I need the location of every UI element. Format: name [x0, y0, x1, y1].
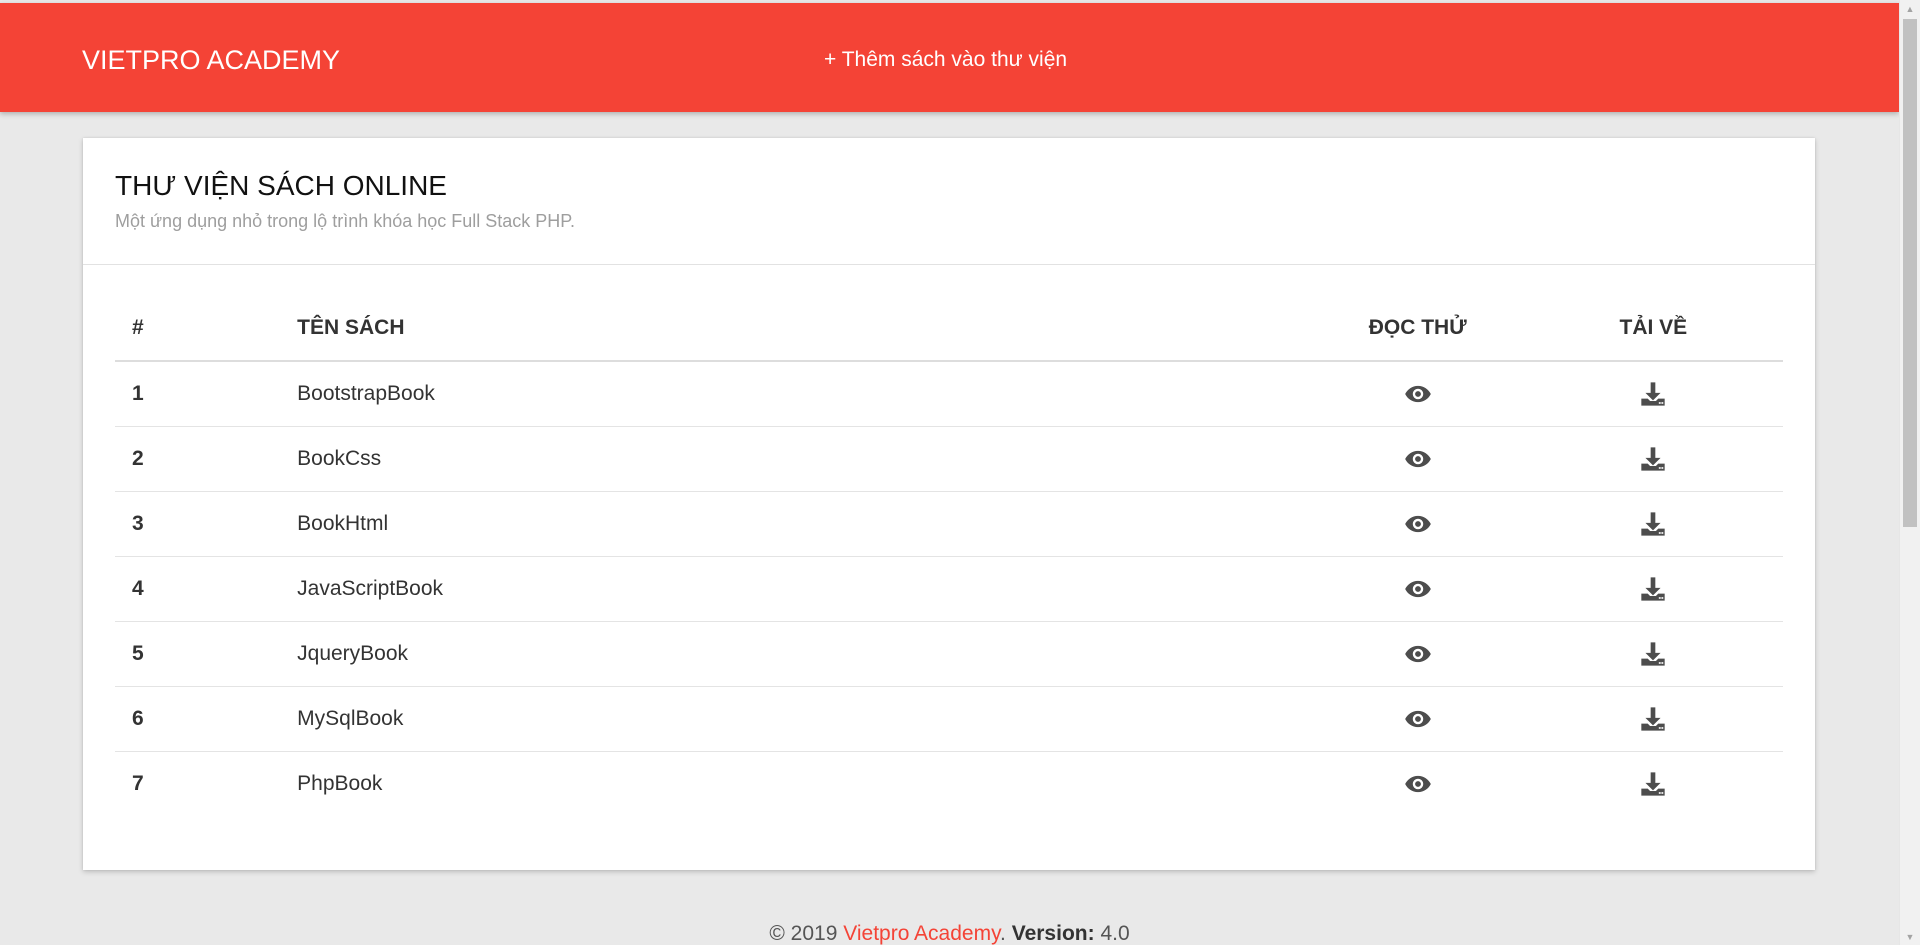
preview-cell	[1311, 750, 1524, 816]
download-cell	[1523, 425, 1783, 491]
column-header-title: TÊN SÁCH	[297, 295, 1312, 362]
card-header: THƯ VIỆN SÁCH ONLINE Một ứng dụng nhỏ tr…	[83, 138, 1815, 265]
footer-version-value: 4.0	[1100, 922, 1130, 945]
table-row: 3 BookHtml	[115, 490, 1783, 556]
scrollbar-thumb[interactable]	[1903, 19, 1917, 527]
row-number: 7	[115, 750, 298, 816]
brand-logo-link[interactable]: VIETPRO ACADEMY	[82, 43, 340, 77]
download-icon[interactable]	[1639, 640, 1667, 668]
book-title: MySqlBook	[297, 685, 1312, 751]
eye-icon[interactable]	[1404, 510, 1432, 538]
row-number: 2	[115, 425, 298, 491]
preview-cell	[1311, 490, 1524, 556]
table-header-row: # TÊN SÁCH ĐỌC THỬ TẢI VỀ	[115, 295, 1783, 362]
table-row: 7 PhpBook	[115, 750, 1783, 816]
preview-cell	[1311, 425, 1524, 491]
footer-version-label: Version:	[1011, 922, 1095, 945]
row-number: 4	[115, 555, 298, 621]
preview-cell	[1312, 361, 1524, 426]
scroll-up-arrow-icon[interactable]: ▲	[1900, 0, 1920, 17]
row-number: 1	[132, 381, 144, 405]
scroll-down-arrow-icon[interactable]: ▼	[1900, 928, 1920, 945]
book-title: JqueryBook	[297, 620, 1312, 686]
download-cell	[1524, 361, 1783, 426]
books-table: # TÊN SÁCH ĐỌC THỬ TẢI VỀ 1 BootstrapBook…	[115, 295, 1783, 816]
column-header-preview: ĐỌC THỬ	[1311, 295, 1524, 362]
eye-icon[interactable]	[1404, 445, 1432, 473]
preview-cell	[1311, 685, 1524, 751]
download-cell	[1523, 555, 1783, 621]
preview-cell	[1311, 555, 1524, 621]
download-cell	[1523, 620, 1783, 686]
top-navbar: VIETPRO ACADEMY + Thêm sách vào thư viện	[0, 3, 1899, 112]
page-title: THƯ VIỆN SÁCH ONLINE	[115, 170, 447, 201]
book-title: BootstrapBook	[297, 381, 435, 405]
row-number: 3	[115, 490, 298, 556]
row-number: 5	[115, 620, 298, 686]
table-row: 2 BookCss	[115, 425, 1783, 491]
download-icon[interactable]	[1639, 380, 1667, 408]
eye-icon[interactable]	[1404, 640, 1432, 668]
book-title: PhpBook	[297, 750, 1312, 816]
eye-icon[interactable]	[1404, 380, 1432, 408]
download-icon[interactable]	[1639, 445, 1667, 473]
column-header-download: TẢI VỀ	[1523, 295, 1783, 362]
page-footer: © 2019 Vietpro Academy. Version: 4.0	[0, 921, 1899, 945]
page-subtitle: Một ứng dụng nhỏ trong lộ trình khóa học…	[115, 211, 575, 231]
footer-separator: .	[1000, 922, 1006, 945]
table-row: 4 JavaScriptBook	[115, 555, 1783, 621]
download-icon[interactable]	[1639, 510, 1667, 538]
books-table-body: 1 BootstrapBook 2 BookCss 3 BookHtml 4 JavaScri…	[115, 361, 1783, 816]
eye-icon[interactable]	[1404, 705, 1432, 733]
download-cell	[1523, 685, 1783, 751]
page: VIETPRO ACADEMY + Thêm sách vào thư viện…	[0, 0, 1899, 945]
download-cell	[1523, 490, 1783, 556]
download-icon[interactable]	[1639, 705, 1667, 733]
eye-icon[interactable]	[1404, 575, 1432, 603]
table-row: 5 JqueryBook	[115, 620, 1783, 686]
preview-cell	[1311, 620, 1524, 686]
row-number: 6	[115, 685, 298, 751]
download-cell	[1523, 750, 1783, 816]
eye-icon[interactable]	[1404, 770, 1432, 798]
download-icon[interactable]	[1639, 770, 1667, 798]
book-title: BookHtml	[297, 490, 1312, 556]
table-row: 6 MySqlBook	[115, 685, 1783, 751]
book-title: BookCss	[297, 425, 1312, 491]
add-book-link[interactable]: + Thêm sách vào thư viện	[824, 47, 1067, 73]
table-row: 1 BootstrapBook	[115, 361, 1783, 426]
footer-copyright: © 2019	[769, 922, 838, 945]
vertical-scrollbar[interactable]: ▲ ▼	[1899, 0, 1920, 945]
download-icon[interactable]	[1639, 575, 1667, 603]
footer-brand-link[interactable]: Vietpro Academy	[843, 922, 1000, 945]
book-title: JavaScriptBook	[297, 555, 1312, 621]
column-header-number: #	[115, 295, 298, 362]
